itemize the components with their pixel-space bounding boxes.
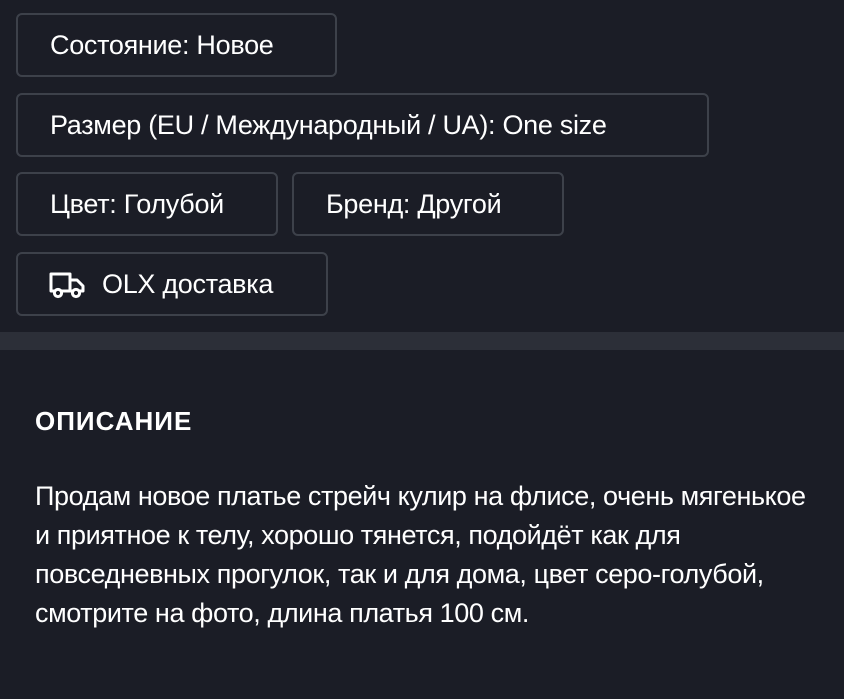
size-label: Размер (EU / Международный / UA): One si… xyxy=(50,109,607,140)
condition-label: Состояние: Новое xyxy=(50,29,274,60)
parameters-section: Состояние: Новое Размер (EU / Международ… xyxy=(0,0,844,332)
description-text: Продам новое платье стрейч кулир на флис… xyxy=(35,481,806,628)
condition-tag[interactable]: Состояние: Новое xyxy=(16,13,337,77)
section-divider xyxy=(0,332,844,350)
brand-label: Бренд: Другой xyxy=(326,188,502,219)
olx-delivery-label: OLX доставка xyxy=(102,268,274,299)
description-section: ОПИСАНИЕ Продам новое платье стрейч кули… xyxy=(0,350,844,699)
color-label: Цвет: Голубой xyxy=(50,188,224,219)
olx-delivery-tag[interactable]: OLX доставка xyxy=(16,252,328,316)
size-tag[interactable]: Размер (EU / Международный / UA): One si… xyxy=(16,93,709,157)
delivery-truck-icon xyxy=(49,272,85,299)
description-title: ОПИСАНИЕ xyxy=(35,406,193,436)
brand-tag[interactable]: Бренд: Другой xyxy=(292,172,564,236)
color-tag[interactable]: Цвет: Голубой xyxy=(16,172,278,236)
